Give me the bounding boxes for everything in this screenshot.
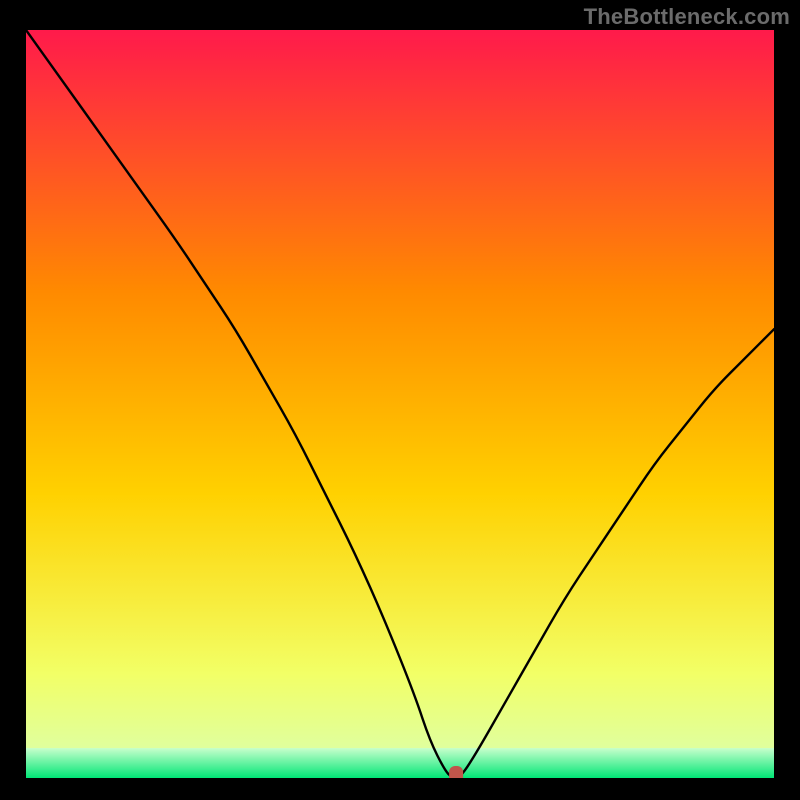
chart-frame: TheBottleneck.com (0, 0, 800, 800)
bottom-green-band (26, 748, 774, 778)
bottleneck-chart (26, 30, 774, 778)
valley-marker (449, 766, 463, 778)
plot-background (26, 30, 774, 778)
watermark-text: TheBottleneck.com (584, 4, 790, 30)
